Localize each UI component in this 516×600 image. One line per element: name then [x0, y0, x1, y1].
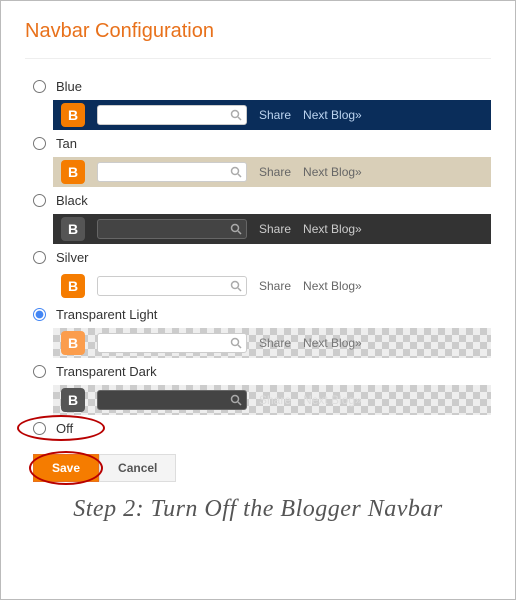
option-silver-row[interactable]: Silver: [25, 250, 491, 265]
search-icon: [230, 166, 242, 178]
blogger-logo-icon: B: [61, 160, 85, 184]
search-input-preview: [97, 333, 247, 353]
label-transparent-dark: Transparent Dark: [56, 364, 157, 379]
share-link: Share: [259, 279, 291, 293]
label-tan: Tan: [56, 136, 77, 151]
radio-black[interactable]: [33, 194, 46, 207]
step-caption: Step 2: Turn Off the Blogger Navbar: [25, 496, 491, 523]
label-off: Off: [56, 421, 73, 436]
option-transparent-dark-row[interactable]: Transparent Dark: [25, 364, 491, 379]
option-silver: Silver B Share Next Blog»: [25, 250, 491, 301]
preview-blue: B Share Next Blog»: [53, 100, 491, 130]
search-input-preview: [97, 219, 247, 239]
preview-tan: B Share Next Blog»: [53, 157, 491, 187]
preview-transparent-dark: B Share Next Blog»: [53, 385, 491, 415]
search-icon: [230, 223, 242, 235]
radio-off[interactable]: [33, 422, 46, 435]
cancel-button[interactable]: Cancel: [99, 454, 176, 482]
blogger-logo-icon: B: [61, 388, 85, 412]
next-blog-link: Next Blog»: [303, 222, 362, 236]
blogger-logo-icon: B: [61, 103, 85, 127]
page-title: Navbar Configuration: [25, 20, 491, 59]
radio-transparent-dark[interactable]: [33, 365, 46, 378]
next-blog-link: Next Blog»: [303, 279, 362, 293]
label-silver: Silver: [56, 250, 89, 265]
search-icon: [230, 280, 242, 292]
search-input-preview: [97, 390, 247, 410]
next-blog-link: Next Blog»: [303, 165, 362, 179]
next-blog-link: Next Blog»: [303, 393, 362, 407]
preview-transparent-light: B Share Next Blog»: [53, 328, 491, 358]
option-off-row[interactable]: Off: [25, 421, 491, 436]
option-transparent-light: Transparent Light B Share Next Blog»: [25, 307, 491, 358]
option-blue: Blue B Share Next Blog»: [25, 79, 491, 130]
button-row: Save Cancel: [33, 454, 491, 482]
next-blog-link: Next Blog»: [303, 336, 362, 350]
radio-silver[interactable]: [33, 251, 46, 264]
blogger-logo-icon: B: [61, 331, 85, 355]
label-blue: Blue: [56, 79, 82, 94]
radio-transparent-light[interactable]: [33, 308, 46, 321]
share-link: Share: [259, 222, 291, 236]
search-icon: [230, 394, 242, 406]
next-blog-link: Next Blog»: [303, 108, 362, 122]
blogger-logo-icon: B: [61, 217, 85, 241]
share-link: Share: [259, 393, 291, 407]
label-black: Black: [56, 193, 88, 208]
option-black-row[interactable]: Black: [25, 193, 491, 208]
preview-black: B Share Next Blog»: [53, 214, 491, 244]
preview-silver: B Share Next Blog»: [53, 271, 491, 301]
option-tan-row[interactable]: Tan: [25, 136, 491, 151]
option-blue-row[interactable]: Blue: [25, 79, 491, 94]
option-tan: Tan B Share Next Blog»: [25, 136, 491, 187]
radio-blue[interactable]: [33, 80, 46, 93]
search-input-preview: [97, 105, 247, 125]
save-button[interactable]: Save: [33, 454, 99, 482]
share-link: Share: [259, 108, 291, 122]
share-link: Share: [259, 336, 291, 350]
radio-tan[interactable]: [33, 137, 46, 150]
option-transparent-dark: Transparent Dark B Share Next Blog»: [25, 364, 491, 415]
blogger-logo-icon: B: [61, 274, 85, 298]
search-input-preview: [97, 276, 247, 296]
search-input-preview: [97, 162, 247, 182]
search-icon: [230, 109, 242, 121]
option-black: Black B Share Next Blog»: [25, 193, 491, 244]
search-icon: [230, 337, 242, 349]
option-off: Off: [25, 421, 491, 436]
label-transparent-light: Transparent Light: [56, 307, 157, 322]
option-transparent-light-row[interactable]: Transparent Light: [25, 307, 491, 322]
share-link: Share: [259, 165, 291, 179]
